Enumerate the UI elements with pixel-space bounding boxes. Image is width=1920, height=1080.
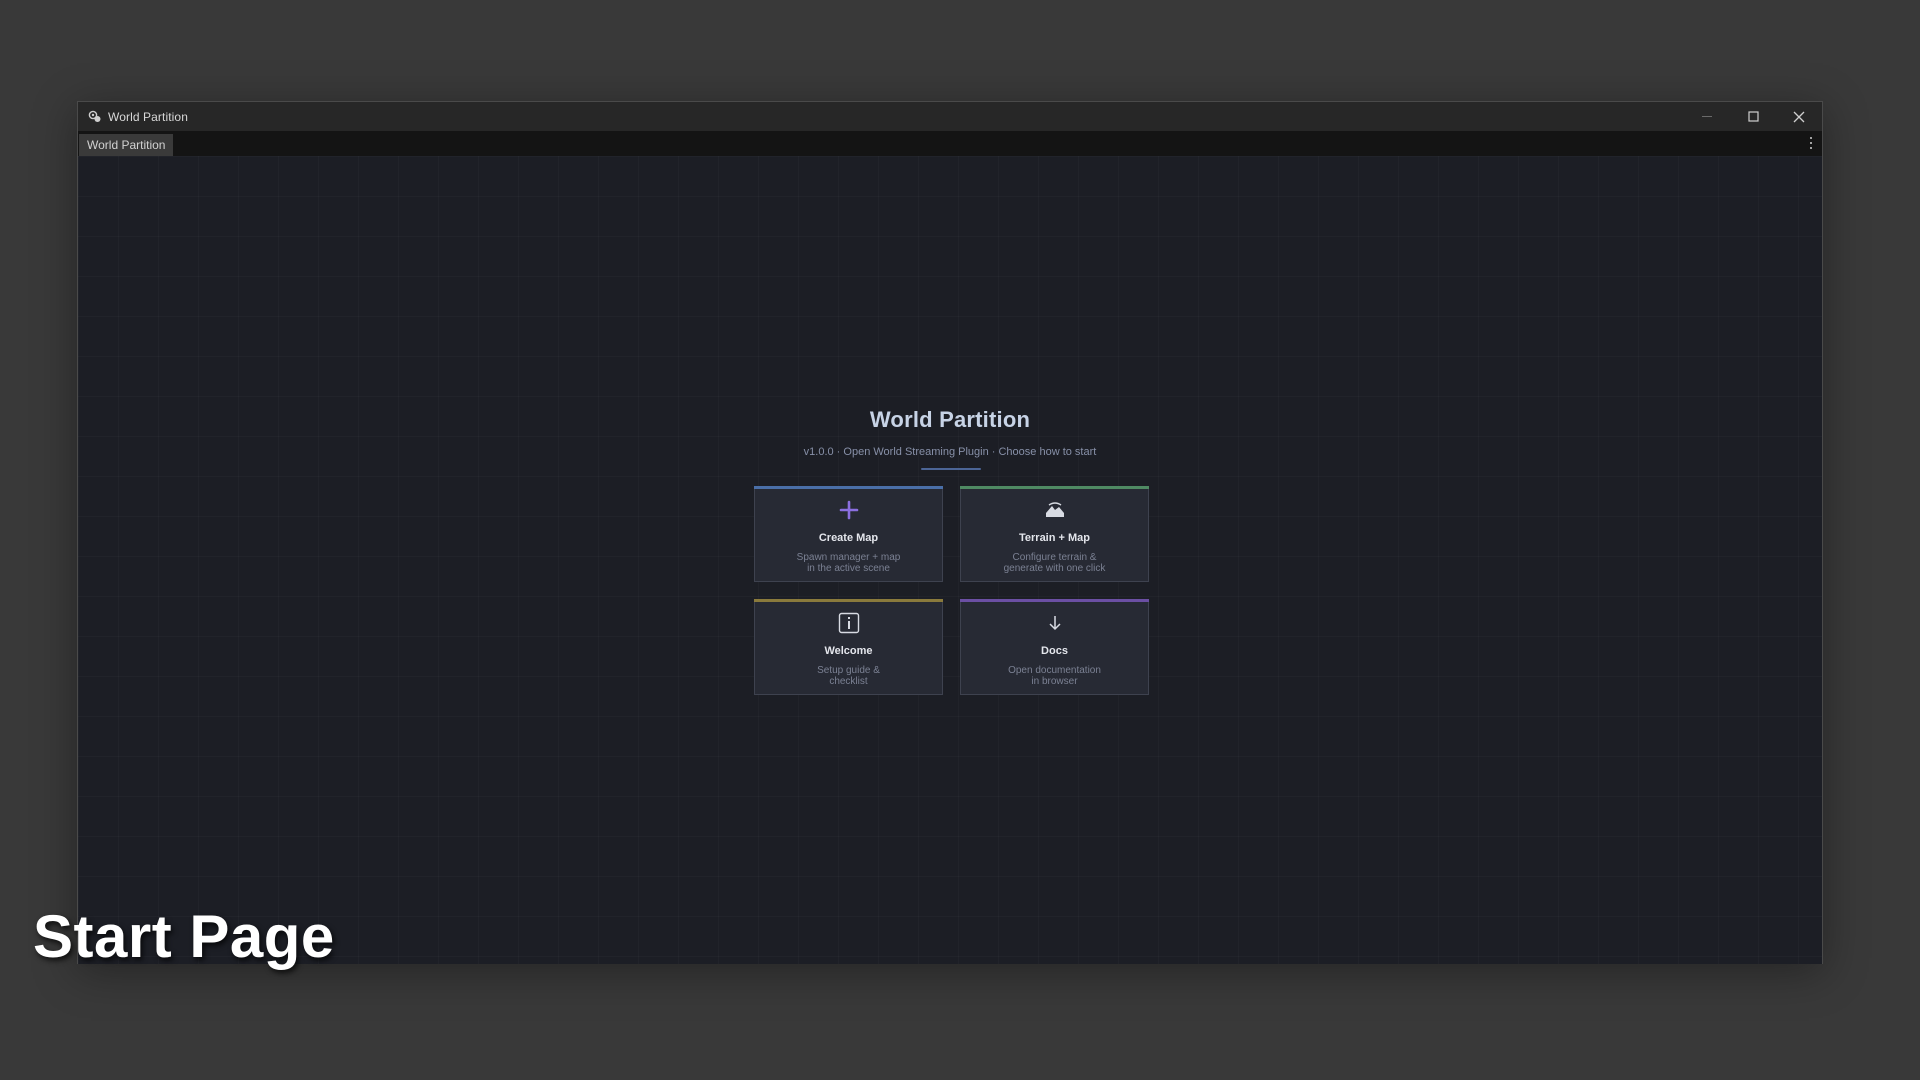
card-title: Welcome xyxy=(824,645,873,657)
start-page-panel: World Partition v1.0.0 · Open World Stre… xyxy=(78,156,1822,964)
card-description: Setup guide & checklist xyxy=(817,665,880,687)
close-button[interactable] xyxy=(1776,102,1822,131)
caption-overlay: Start Page xyxy=(33,903,335,970)
tab-world-partition[interactable]: World Partition xyxy=(79,134,174,156)
minimize-icon xyxy=(1702,116,1712,117)
title-divider xyxy=(921,468,981,470)
close-icon xyxy=(1793,111,1805,122)
card-title: Docs xyxy=(1041,645,1068,657)
minimize-button[interactable] xyxy=(1684,102,1730,131)
maximize-button[interactable] xyxy=(1730,102,1776,131)
window-title: World Partition xyxy=(108,109,188,124)
app-logo-icon xyxy=(88,110,102,124)
more-options-icon[interactable] xyxy=(1808,136,1814,150)
terrain-map-card[interactable]: Terrain + Map Configure terrain & genera… xyxy=(960,486,1149,582)
title-bar[interactable]: World Partition xyxy=(78,102,1822,131)
card-title: Terrain + Map xyxy=(1018,532,1090,544)
download-arrow-icon xyxy=(961,612,1148,634)
window-controls xyxy=(1684,102,1822,131)
welcome-card[interactable]: Welcome Setup guide & checklist xyxy=(754,599,943,695)
app-window: World Partition World Partition World Pa… xyxy=(77,101,1823,964)
maximize-icon xyxy=(1747,111,1759,122)
tab-bar: World Partition xyxy=(78,131,1822,156)
card-description: Open documentation in browser xyxy=(1008,665,1101,687)
card-description: Spawn manager + map in the active scene xyxy=(796,552,901,574)
card-description: Configure terrain & generate with one cl… xyxy=(1003,552,1106,574)
card-accent xyxy=(754,486,943,489)
card-accent xyxy=(960,599,1149,602)
terrain-icon xyxy=(961,499,1148,521)
create-map-card[interactable]: Create Map Spawn manager + map in the ac… xyxy=(754,486,943,582)
docs-card[interactable]: Docs Open documentation in browser xyxy=(960,599,1149,695)
plus-icon xyxy=(755,499,942,521)
card-accent xyxy=(960,486,1149,489)
info-icon xyxy=(755,612,942,634)
page-subtitle: v1.0.0 · Open World Streaming Plugin · C… xyxy=(803,446,1097,458)
card-title: Create Map xyxy=(818,532,879,544)
card-accent xyxy=(754,599,943,602)
page-title: World Partition xyxy=(869,407,1031,432)
